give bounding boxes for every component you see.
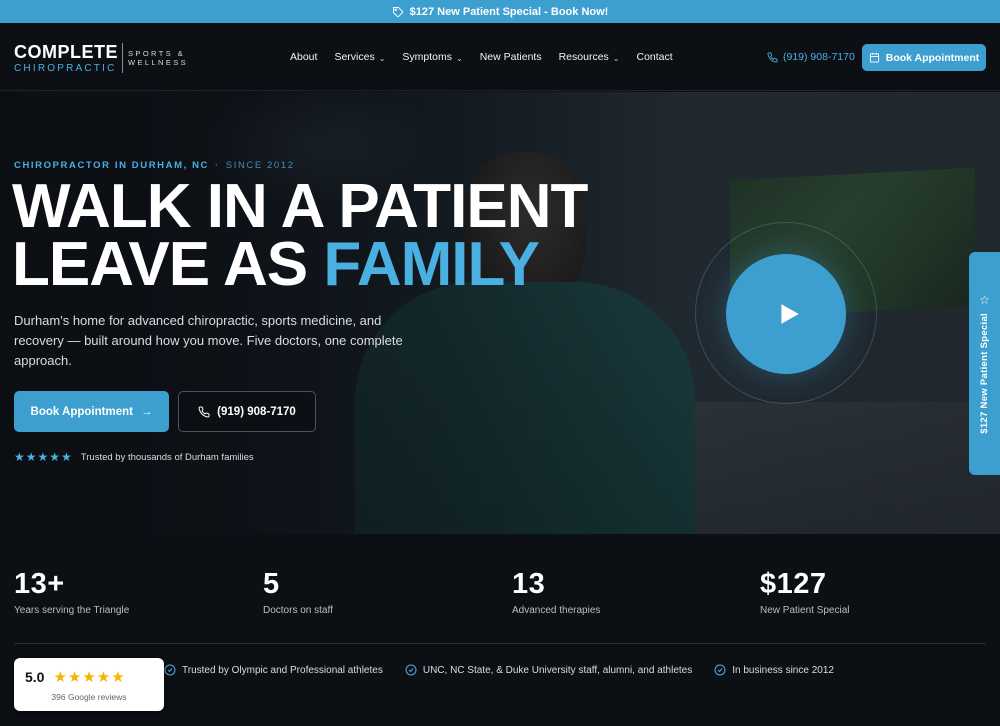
eyebrow-since: SINCE 2012 [225, 160, 295, 171]
nav-item-new-patients[interactable]: New Patients [480, 51, 542, 63]
tag-icon [392, 6, 403, 17]
stat-label: Doctors on staff [263, 605, 333, 616]
star-rating-icons: ★★★★★ [14, 450, 73, 464]
hero-book-label: Book Appointment [30, 405, 133, 418]
nav-item-symptoms[interactable]: Symptoms ⌄ [402, 51, 462, 63]
badge-text: UNC, NC State, & Duke University staff, … [422, 664, 693, 676]
stats-divider [14, 643, 986, 644]
badge-universities: UNC, NC State, & Duke University staff, … [405, 664, 692, 676]
badge-athletes: Trusted by Olympic and Professional athl… [164, 664, 383, 676]
stat-special: $127 New Patient Special [760, 568, 850, 616]
trust-line: ★★★★★ Trusted by thousands of Durham fam… [14, 450, 254, 464]
stat-value: 5 [263, 568, 280, 600]
arrow-right-icon: → [140, 405, 153, 418]
review-rating-row: 5.0 ★★★★★ [25, 668, 126, 686]
stat-label: New Patient Special [760, 605, 850, 616]
header-book-label: Book Appointment [885, 51, 980, 64]
star-outline-icon: ☆ [979, 293, 990, 308]
trust-text: Trusted by thousands of Durham families [80, 451, 254, 463]
play-icon [780, 304, 799, 324]
side-tab-label: $127 New Patient Special [979, 313, 990, 434]
hero-phone-label: (919) 908-7170 [217, 405, 296, 418]
nav-label: About [290, 51, 318, 63]
promo-bar[interactable]: $127 New Patient Special - Book Now! [0, 0, 1000, 23]
chevron-down-icon: ⌄ [456, 53, 463, 63]
hero-book-button[interactable]: Book Appointment → [14, 391, 169, 432]
logo-side2: WELLNESS [128, 58, 189, 67]
calendar-icon [869, 52, 879, 63]
hero-phone-button[interactable]: (919) 908-7170 [178, 391, 316, 432]
chevron-down-icon: ⌄ [378, 53, 386, 63]
badge-text: Trusted by Olympic and Professional athl… [182, 664, 383, 676]
phone-icon [198, 405, 210, 417]
site-header: COMPLETE CHIROPRACTIC SPORTS & WELLNESS … [0, 23, 1000, 91]
nav-item-services[interactable]: Services ⌄ [334, 51, 385, 63]
check-circle-icon [714, 664, 726, 676]
headline-line2-prefix: LEAVE AS [12, 230, 324, 299]
chevron-down-icon: ⌄ [612, 53, 620, 63]
check-circle-icon [405, 664, 417, 676]
logo-side1: SPORTS & [128, 48, 186, 58]
logo-line2: CHIROPRACTIC [14, 62, 117, 74]
google-review-widget[interactable]: 5.0 ★★★★★ 396 Google reviews [14, 658, 164, 711]
main-nav: About Services ⌄ Symptoms ⌄ New Patients R… [290, 23, 673, 91]
stat-doctors: 5 Doctors on staff [263, 568, 333, 616]
hero-section: CHIROPRACTOR IN DURHAM, NC · SINCE 2012 … [0, 92, 1000, 534]
stat-value: 13+ [14, 568, 65, 600]
site-logo[interactable]: COMPLETE CHIROPRACTIC SPORTS & WELLNESS [14, 38, 188, 78]
nav-label: Resources [558, 51, 609, 63]
check-circle-icon [164, 664, 176, 676]
nav-label: Contact [636, 51, 673, 63]
badge-text: In business since 2012 [732, 664, 834, 676]
header-book-button[interactable]: Book Appointment [862, 44, 986, 71]
review-stars-icon: ★★★★★ [53, 669, 126, 686]
nav-item-about[interactable]: About [290, 51, 317, 63]
promo-text[interactable]: $127 New Patient Special - Book Now! [410, 6, 609, 18]
phone-icon [767, 51, 778, 62]
new-patient-special-tab[interactable]: ☆ $127 New Patient Special [969, 252, 1000, 475]
credential-badges: Trusted by Olympic and Professional athl… [164, 664, 834, 676]
stat-value: $127 [760, 568, 827, 600]
badge-since: In business since 2012 [714, 664, 834, 676]
headline-accent: FAMILY [323, 230, 540, 299]
hero-eyebrow: CHIROPRACTOR IN DURHAM, NC · SINCE 2012 [14, 160, 295, 171]
logo-tagline: SPORTS & WELLNESS [128, 49, 188, 68]
nav-item-contact[interactable]: Contact [637, 51, 673, 63]
nav-label: Services [334, 51, 375, 63]
play-video-button[interactable] [726, 254, 846, 374]
review-count: 396 Google reviews [51, 692, 127, 702]
stat-label: Advanced therapies [512, 605, 601, 616]
logo-wordmark: COMPLETE CHIROPRACTIC [14, 43, 118, 74]
eyebrow-location: CHIROPRACTOR IN DURHAM, NC [14, 160, 210, 171]
nav-item-resources[interactable]: Resources ⌄ [559, 51, 620, 63]
eyebrow-separator: · [215, 160, 220, 171]
nav-label: New Patients [479, 51, 542, 63]
header-phone-link[interactable]: (919) 908-7170 [767, 23, 855, 91]
stat-label: Years serving the Triangle [14, 605, 130, 616]
logo-divider [122, 43, 124, 73]
review-score: 5.0 [25, 669, 45, 685]
stat-therapies: 13 Advanced therapies [512, 568, 600, 616]
stat-years: 13+ Years serving the Triangle [14, 568, 129, 616]
hero-headline: WALK IN A PATIENT LEAVE AS FAMILY [12, 176, 588, 296]
logo-line1: COMPLETE [14, 41, 119, 62]
stat-value: 13 [512, 568, 546, 600]
hero-subtext: Durham's home for advanced chiropractic,… [14, 313, 403, 368]
nav-label: Symptoms [402, 51, 453, 63]
header-phone-number: (919) 908-7170 [783, 51, 855, 63]
